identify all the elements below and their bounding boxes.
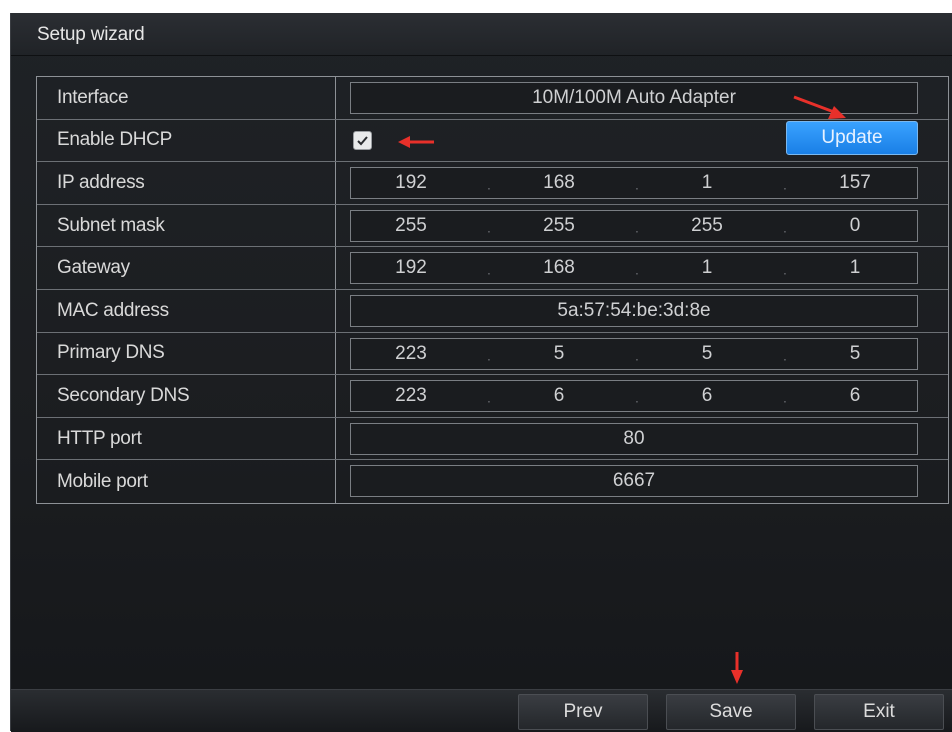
network-settings-table: Interface 10M/100M Auto Adapter Enable D…	[36, 76, 949, 504]
row-dhcp: Enable DHCP Update	[37, 119, 948, 163]
label-cell: Interface	[37, 77, 336, 119]
dhcp-label: Enable DHCP	[57, 129, 172, 151]
octet-separator: .	[635, 347, 639, 364]
enable-dhcp-checkbox[interactable]	[353, 130, 372, 150]
octet-separator: .	[487, 176, 491, 193]
row-gateway: Gateway 192 . 168 . 1 . 1	[37, 247, 948, 290]
dns2-octet-3[interactable]: 6	[677, 385, 737, 407]
interface-label: Interface	[57, 86, 129, 108]
dns1-octet-4[interactable]: 5	[825, 343, 885, 365]
mobile-port-label: Mobile port	[57, 470, 148, 492]
gateway-field[interactable]: 192 . 168 . 1 . 1	[350, 252, 918, 285]
mobile-port-value: 6667	[612, 470, 656, 492]
annotation-arrow-icon	[793, 95, 846, 119]
subnet-mask-label: Subnet mask	[57, 214, 165, 236]
bottom-button-bar: Prev Save Exit	[11, 689, 952, 732]
mac-address-value: 5a:57:54:be:3d:8e	[557, 299, 711, 321]
octet-separator: .	[487, 347, 491, 364]
secondary-dns-label: Secondary DNS	[57, 384, 190, 406]
octet-separator: .	[635, 176, 639, 193]
label-cell: HTTP port	[37, 417, 336, 460]
window-title: Setup wizard	[37, 24, 145, 45]
subnet-octet-3[interactable]: 255	[677, 215, 737, 237]
http-port-value: 80	[623, 427, 645, 449]
label-cell: Primary DNS	[37, 332, 336, 375]
mac-address-label: MAC address	[57, 299, 169, 321]
label-cell: IP address	[37, 162, 336, 204]
octet-separator: .	[487, 389, 491, 406]
row-http-port: HTTP port 80	[37, 417, 948, 461]
label-cell: Secondary DNS	[37, 375, 336, 417]
row-subnet-mask: Subnet mask 255 . 255 . 255 . 0	[37, 204, 948, 248]
label-cell: Mobile port	[37, 460, 336, 503]
subnet-octet-2[interactable]: 255	[529, 215, 589, 237]
label-cell: Enable DHCP	[37, 119, 336, 162]
http-port-label: HTTP port	[57, 427, 142, 449]
primary-dns-field[interactable]: 223 . 5 . 5 . 5	[350, 337, 918, 370]
annotation-arrow-icon	[731, 652, 743, 684]
ip-octet-4[interactable]: 157	[825, 172, 885, 194]
gateway-octet-3[interactable]: 1	[677, 257, 737, 279]
title-bar: Setup wizard	[11, 13, 952, 56]
octet-separator: .	[635, 261, 639, 278]
dns1-octet-2[interactable]: 5	[529, 343, 589, 365]
octet-separator: .	[783, 389, 787, 406]
dns2-octet-4[interactable]: 6	[825, 385, 885, 407]
annotation-arrow-icon	[398, 136, 434, 148]
update-button[interactable]: Update	[786, 120, 918, 155]
ip-octet-3[interactable]: 1	[677, 172, 737, 194]
dns2-octet-1[interactable]: 223	[381, 385, 441, 407]
octet-separator: .	[635, 389, 639, 406]
octet-separator: .	[783, 347, 787, 364]
octet-separator: .	[487, 261, 491, 278]
octet-separator: .	[487, 219, 491, 236]
row-primary-dns: Primary DNS 223 . 5 . 5 . 5	[37, 332, 948, 376]
octet-separator: .	[783, 219, 787, 236]
dns2-octet-2[interactable]: 6	[529, 385, 589, 407]
dns1-octet-3[interactable]: 5	[677, 343, 737, 365]
subnet-octet-1[interactable]: 255	[381, 215, 441, 237]
gateway-label: Gateway	[57, 257, 130, 279]
prev-button[interactable]: Prev	[518, 694, 648, 730]
exit-button[interactable]: Exit	[814, 694, 944, 730]
ip-address-label: IP address	[57, 171, 145, 193]
http-port-field[interactable]: 80	[350, 422, 918, 455]
save-button[interactable]: Save	[666, 694, 796, 730]
octet-separator: .	[783, 261, 787, 278]
row-secondary-dns: Secondary DNS 223 . 6 . 6 . 6	[37, 375, 948, 418]
subnet-octet-4[interactable]: 0	[825, 215, 885, 237]
dns1-octet-1[interactable]: 223	[381, 343, 441, 365]
gateway-octet-2[interactable]: 168	[529, 257, 589, 279]
label-cell: Gateway	[37, 247, 336, 289]
octet-separator: .	[783, 176, 787, 193]
row-ip-address: IP address 192 . 168 . 1 . 157	[37, 162, 948, 205]
octet-separator: .	[635, 219, 639, 236]
ip-octet-1[interactable]: 192	[381, 172, 441, 194]
checkmark-icon	[357, 135, 368, 146]
mobile-port-field[interactable]: 6667	[350, 465, 918, 498]
label-cell: MAC address	[37, 289, 336, 332]
mac-address-field: 5a:57:54:be:3d:8e	[350, 294, 918, 327]
gateway-octet-4[interactable]: 1	[825, 257, 885, 279]
secondary-dns-field[interactable]: 223 . 6 . 6 . 6	[350, 380, 918, 413]
ip-address-field[interactable]: 192 . 168 . 1 . 157	[350, 167, 918, 200]
gateway-octet-1[interactable]: 192	[381, 257, 441, 279]
subnet-mask-field[interactable]: 255 . 255 . 255 . 0	[350, 209, 918, 242]
primary-dns-label: Primary DNS	[57, 342, 165, 364]
row-mobile-port: Mobile port 6667	[37, 460, 948, 503]
label-cell: Subnet mask	[37, 204, 336, 247]
ip-octet-2[interactable]: 168	[529, 172, 589, 194]
row-mac-address: MAC address 5a:57:54:be:3d:8e	[37, 289, 948, 333]
